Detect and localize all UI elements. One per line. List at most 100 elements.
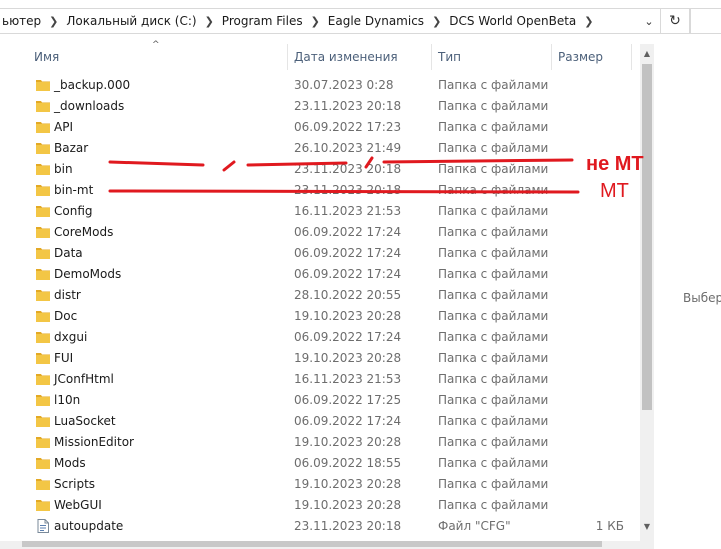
annotation-label-not-mt: не MT xyxy=(586,153,644,175)
file-date: 16.11.2023 21:53 xyxy=(294,372,402,386)
file-row[interactable]: l10n 06.09.2022 17:25 Папка с файлами xyxy=(0,390,632,411)
breadcrumb-label: DCS World OpenBeta xyxy=(449,14,577,28)
breadcrumb-label: Локальный диск (C:) xyxy=(66,14,197,28)
search-box[interactable] xyxy=(690,8,721,34)
file-row[interactable]: Doc 19.10.2023 20:28 Папка с файлами xyxy=(0,306,632,327)
file-row[interactable]: FUI 19.10.2023 20:28 Папка с файлами xyxy=(0,348,632,369)
column-label: Размер xyxy=(558,50,604,64)
file-row[interactable]: autoupdate 23.11.2023 20:18 Файл "CFG" 1 КБ xyxy=(0,516,632,537)
column-date[interactable]: Дата изменения xyxy=(294,44,398,70)
file-row[interactable]: LuaSocket 06.09.2022 17:24 Папка с файлами xyxy=(0,411,632,432)
file-type: Папка с файлами xyxy=(438,309,549,323)
file-date: 06.09.2022 17:24 xyxy=(294,267,402,281)
file-type: Папка с файлами xyxy=(438,204,549,218)
file-size xyxy=(560,411,624,432)
file-name: dxgui xyxy=(54,330,88,344)
column-type[interactable]: Тип xyxy=(438,44,461,70)
refresh-icon[interactable]: ↻ xyxy=(661,8,690,34)
folder-icon xyxy=(36,120,50,133)
file-type: Папка с файлами xyxy=(438,351,549,365)
file-date: 23.11.2023 20:18 xyxy=(294,183,402,197)
file-row[interactable]: Mods 06.09.2022 18:55 Папка с файлами xyxy=(0,453,632,474)
folder-icon xyxy=(36,246,50,259)
scroll-up-arrow-icon[interactable]: ▲ xyxy=(640,46,654,60)
file-type: Папка с файлами xyxy=(438,330,549,344)
file-size xyxy=(560,453,624,474)
column-name[interactable]: Имя xyxy=(34,44,59,70)
file-size xyxy=(560,495,624,516)
file-size xyxy=(560,369,624,390)
file-row[interactable]: _backup.000 30.07.2023 0:28 Папка с файлам… xyxy=(0,75,632,96)
file-type: Папка с файлами xyxy=(438,246,549,260)
vertical-scrollbar[interactable]: ▲ ▼ xyxy=(640,44,654,549)
file-row[interactable]: bin 23.11.2023 20:18 Папка с файлами xyxy=(0,159,632,180)
file-size xyxy=(560,285,624,306)
breadcrumb-item-dcs-world[interactable]: DCS World OpenBeta xyxy=(447,14,578,28)
file-date: 06.09.2022 17:23 xyxy=(294,120,402,134)
file-type: Папка с файлами xyxy=(438,183,549,197)
scroll-down-arrow-icon[interactable]: ▼ xyxy=(640,519,654,533)
horizontal-scrollbar[interactable] xyxy=(0,541,640,549)
breadcrumb-item-program-files[interactable]: Program Files xyxy=(220,14,305,28)
folder-icon xyxy=(36,183,50,196)
file-date: 26.10.2023 21:49 xyxy=(294,141,402,155)
sort-ascending-icon: ^ xyxy=(152,40,160,50)
file-date: 23.11.2023 20:18 xyxy=(294,162,402,176)
column-divider[interactable] xyxy=(631,44,632,70)
breadcrumb-item-local-disk[interactable]: Локальный диск (C:) xyxy=(64,14,198,28)
address-history-chevron-down-icon[interactable]: ⌄ xyxy=(639,9,659,33)
file-row[interactable]: API 06.09.2022 17:23 Папка с файлами xyxy=(0,117,632,138)
chevron-right-icon[interactable]: ❯ xyxy=(578,15,599,28)
folder-icon xyxy=(36,393,50,406)
file-type: Папка с файлами xyxy=(438,99,549,113)
file-row[interactable]: Config 16.11.2023 21:53 Папка с файлами xyxy=(0,201,632,222)
file-name: FUI xyxy=(54,351,74,365)
file-type: Папка с файлами xyxy=(438,267,549,281)
chevron-right-icon[interactable]: ❯ xyxy=(305,15,326,28)
chevron-right-icon[interactable]: ❯ xyxy=(43,15,64,28)
file-row[interactable]: DemoMods 06.09.2022 17:24 Папка с файлами xyxy=(0,264,632,285)
file-row[interactable]: Data 06.09.2022 17:24 Папка с файлами xyxy=(0,243,632,264)
column-size[interactable]: Размер xyxy=(558,44,603,70)
file-row[interactable]: _downloads 23.11.2023 20:18 Папка с файлам… xyxy=(0,96,632,117)
address-bar[interactable]: ьютер ❯ Локальный диск (C:) ❯ Program Fi… xyxy=(0,8,661,34)
file-date: 19.10.2023 20:28 xyxy=(294,309,402,323)
folder-icon xyxy=(36,435,50,448)
file-size xyxy=(560,117,624,138)
file-row[interactable]: JConfHtml 16.11.2023 21:53 Папка с файлами xyxy=(0,369,632,390)
file-size xyxy=(560,432,624,453)
file-name: API xyxy=(54,120,73,134)
scrollbar-thumb[interactable] xyxy=(642,64,652,410)
file-icon xyxy=(36,519,50,533)
file-row[interactable]: WebGUI 19.10.2023 20:28 Папка с файлами xyxy=(0,495,632,516)
file-name: Bazar xyxy=(54,141,89,155)
file-type: Папка с файлами xyxy=(438,162,549,176)
breadcrumb-item-computer[interactable]: ьютер xyxy=(0,14,43,28)
file-date: 06.09.2022 17:25 xyxy=(294,393,402,407)
file-name: bin xyxy=(54,162,73,176)
file-date: 19.10.2023 20:28 xyxy=(294,498,402,512)
horizontal-scrollbar-thumb[interactable] xyxy=(22,541,602,547)
file-name: LuaSocket xyxy=(54,414,116,428)
file-row[interactable]: Scripts 19.10.2023 20:28 Папка с файлами xyxy=(0,474,632,495)
file-row[interactable]: MissionEditor 19.10.2023 20:28 Папка с фай… xyxy=(0,432,632,453)
column-divider[interactable] xyxy=(431,44,432,70)
file-row[interactable]: CoreMods 06.09.2022 17:24 Папка с файлами xyxy=(0,222,632,243)
file-type: Папка с файлами xyxy=(438,435,549,449)
file-name: Doc xyxy=(54,309,78,323)
chevron-right-icon[interactable]: ❯ xyxy=(426,15,447,28)
breadcrumb-item-eagle-dynamics[interactable]: Eagle Dynamics xyxy=(326,14,426,28)
folder-icon xyxy=(36,141,50,154)
file-size xyxy=(560,96,624,117)
file-date: 19.10.2023 20:28 xyxy=(294,477,402,491)
folder-icon xyxy=(36,99,50,112)
file-row[interactable]: bin-mt 23.11.2023 20:18 Папка с файлами xyxy=(0,180,632,201)
file-type: Папка с файлами xyxy=(438,141,549,155)
column-divider[interactable] xyxy=(551,44,552,70)
file-row[interactable]: Bazar 26.10.2023 21:49 Папка с файлами xyxy=(0,138,632,159)
file-row[interactable]: distr 28.10.2022 20:55 Папка с файлами xyxy=(0,285,632,306)
column-divider[interactable] xyxy=(287,44,288,70)
chevron-right-icon[interactable]: ❯ xyxy=(199,15,220,28)
file-row[interactable]: dxgui 06.09.2022 17:24 Папка с файлами xyxy=(0,327,632,348)
annotation-label-mt: MT xyxy=(600,180,629,202)
